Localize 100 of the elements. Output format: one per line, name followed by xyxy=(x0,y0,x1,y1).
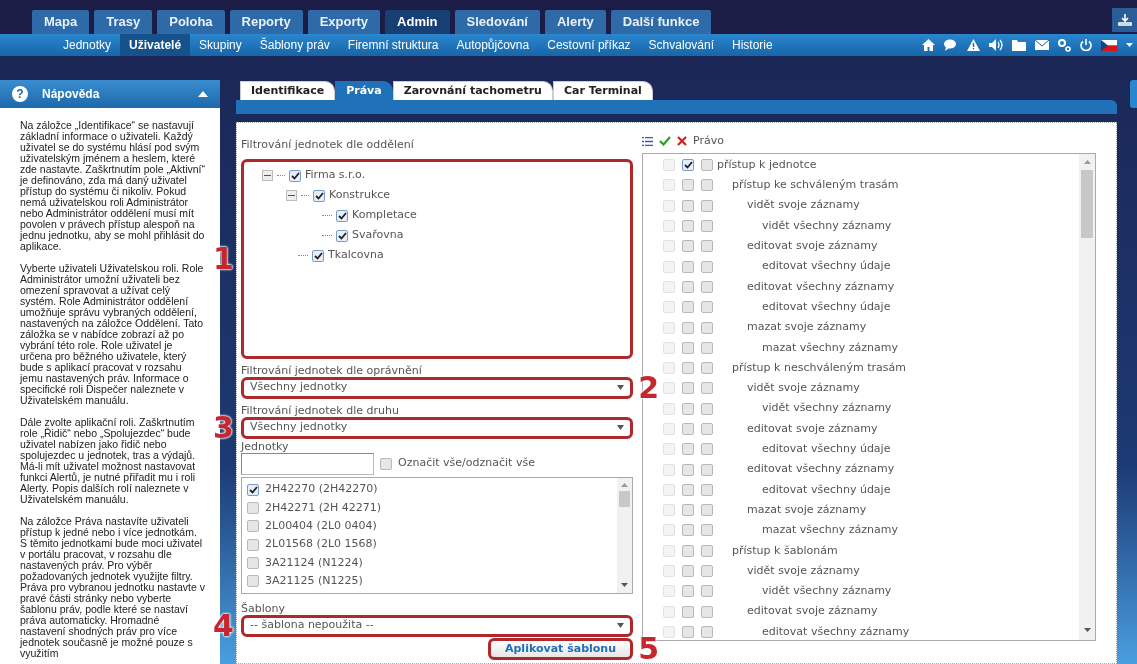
checkbox[interactable] xyxy=(682,605,694,618)
gears-icon[interactable] xyxy=(1058,38,1071,52)
checkbox[interactable] xyxy=(682,565,694,578)
scrollbar[interactable] xyxy=(1079,154,1095,640)
checkbox[interactable] xyxy=(289,169,301,182)
checkbox[interactable] xyxy=(247,520,259,533)
checkbox[interactable] xyxy=(336,229,348,242)
unit-label[interactable]: 3A21124 (N1224) xyxy=(265,554,363,572)
nav-tab[interactable]: Exporty xyxy=(307,10,381,34)
apply-template-button[interactable]: Aplikovat šablonu xyxy=(487,637,633,660)
checkbox[interactable] xyxy=(682,483,694,496)
subnav-link[interactable]: Cestovní příkaz xyxy=(538,34,640,56)
unit-label[interactable]: 2H42270 (2H42270) xyxy=(265,481,378,498)
subnav-link[interactable]: Skupiny xyxy=(190,34,251,56)
checkbox[interactable] xyxy=(380,457,392,470)
checkbox[interactable] xyxy=(682,301,694,314)
checkbox[interactable] xyxy=(682,260,694,273)
checkbox[interactable] xyxy=(701,321,713,334)
flag-icon[interactable] xyxy=(1101,39,1117,51)
scroll-up-icon[interactable] xyxy=(1083,160,1091,164)
checkbox[interactable] xyxy=(682,220,694,233)
subnav-link[interactable]: Historie xyxy=(723,34,782,56)
unit-label[interactable]: 2L01568 (2L0 1568) xyxy=(265,536,377,553)
checkbox[interactable] xyxy=(701,625,713,638)
checkbox[interactable] xyxy=(682,159,694,172)
dropdown[interactable]: -- šablona nepoužita -- xyxy=(241,614,633,637)
checkbox[interactable] xyxy=(682,463,694,476)
checkbox[interactable] xyxy=(701,341,713,354)
nav-tab[interactable]: Admin xyxy=(385,10,450,34)
checkbox[interactable] xyxy=(682,280,694,293)
checkbox[interactable] xyxy=(682,321,694,334)
speaker-icon[interactable] xyxy=(989,39,1003,51)
checkbox[interactable] xyxy=(247,483,259,496)
subnav-link[interactable]: Firemní struktura xyxy=(338,34,448,56)
subnav-link[interactable]: Schvalování xyxy=(639,34,723,56)
checkbox[interactable] xyxy=(701,504,713,517)
checkbox[interactable] xyxy=(701,605,713,618)
checkbox[interactable] xyxy=(247,556,259,569)
subnav-link[interactable]: Jednotky xyxy=(54,34,121,56)
list-icon[interactable] xyxy=(642,136,653,146)
nav-tab[interactable]: Trasy xyxy=(94,10,153,34)
nav-tab[interactable]: Mapa xyxy=(32,10,90,34)
checkbox[interactable] xyxy=(682,443,694,456)
checkbox[interactable] xyxy=(701,220,713,233)
subnav-link[interactable]: Šablony práv xyxy=(250,34,339,56)
checkbox[interactable] xyxy=(682,504,694,517)
tree-label[interactable]: Firma s.r.o. xyxy=(305,167,366,184)
checkbox[interactable] xyxy=(682,240,694,253)
page-tab[interactable]: Práva xyxy=(335,81,393,100)
checkbox[interactable] xyxy=(682,625,694,638)
checkbox[interactable] xyxy=(701,179,713,192)
checkbox[interactable] xyxy=(701,585,713,598)
checkbox[interactable] xyxy=(247,538,259,551)
checkbox[interactable] xyxy=(701,260,713,273)
search-field[interactable] xyxy=(241,452,374,475)
unit-label[interactable]: 2L00404 (2L0 0404) xyxy=(265,518,377,535)
checkbox-label[interactable]: Označit vše/odznačit vše xyxy=(398,455,535,472)
checkbox[interactable] xyxy=(682,544,694,557)
checkbox[interactable] xyxy=(701,159,713,172)
page-tab[interactable]: Identifikace xyxy=(240,81,336,100)
checkbox[interactable] xyxy=(701,565,713,578)
checkbox[interactable] xyxy=(701,544,713,557)
help-header[interactable]: ? Nápověda xyxy=(0,80,220,108)
checkbox[interactable] xyxy=(682,362,694,375)
home-icon[interactable] xyxy=(922,39,935,51)
dropdown[interactable]: Všechny jednotky xyxy=(241,416,633,439)
checkbox[interactable] xyxy=(701,382,713,395)
checkbox[interactable] xyxy=(682,402,694,415)
checkbox[interactable] xyxy=(247,575,259,588)
checkbox[interactable] xyxy=(682,585,694,598)
power-icon[interactable] xyxy=(1080,39,1092,51)
nav-tab[interactable]: Alerty xyxy=(544,10,606,34)
checkbox[interactable] xyxy=(701,301,713,314)
checkbox[interactable] xyxy=(682,524,694,537)
nav-tab[interactable]: Poloha xyxy=(157,10,225,34)
scroll-down-icon[interactable] xyxy=(621,582,628,587)
scroll-down-icon[interactable] xyxy=(1083,628,1091,632)
scroll-up-icon[interactable] xyxy=(621,482,628,487)
folder-icon[interactable] xyxy=(1012,39,1026,51)
unit-label[interactable]: 3A21125 (N1225) xyxy=(265,572,363,590)
tree-label[interactable]: Tkalcovna xyxy=(328,247,384,264)
checkbox[interactable] xyxy=(682,382,694,395)
nav-tab[interactable]: Reporty xyxy=(229,10,303,34)
page-tab[interactable]: Zarovnání tachometru xyxy=(392,81,553,100)
checkbox[interactable] xyxy=(701,280,713,293)
checkbox[interactable] xyxy=(701,463,713,476)
tree-label[interactable]: Svařovna xyxy=(352,227,404,244)
checkbox[interactable] xyxy=(701,402,713,415)
checkbox[interactable] xyxy=(313,189,325,202)
scrollbar-thumb[interactable] xyxy=(619,490,630,507)
collapse-toggle[interactable] xyxy=(286,190,297,201)
checkbox[interactable] xyxy=(312,249,324,262)
collapse-toggle[interactable] xyxy=(262,170,273,181)
checkbox[interactable] xyxy=(701,443,713,456)
chat-icon[interactable] xyxy=(944,39,958,51)
checkbox[interactable] xyxy=(336,209,348,222)
checkbox[interactable] xyxy=(701,483,713,496)
checkbox[interactable] xyxy=(247,501,259,514)
side-handle[interactable] xyxy=(1130,80,1137,108)
subnav-link[interactable]: Autopůjčovna xyxy=(447,34,539,56)
